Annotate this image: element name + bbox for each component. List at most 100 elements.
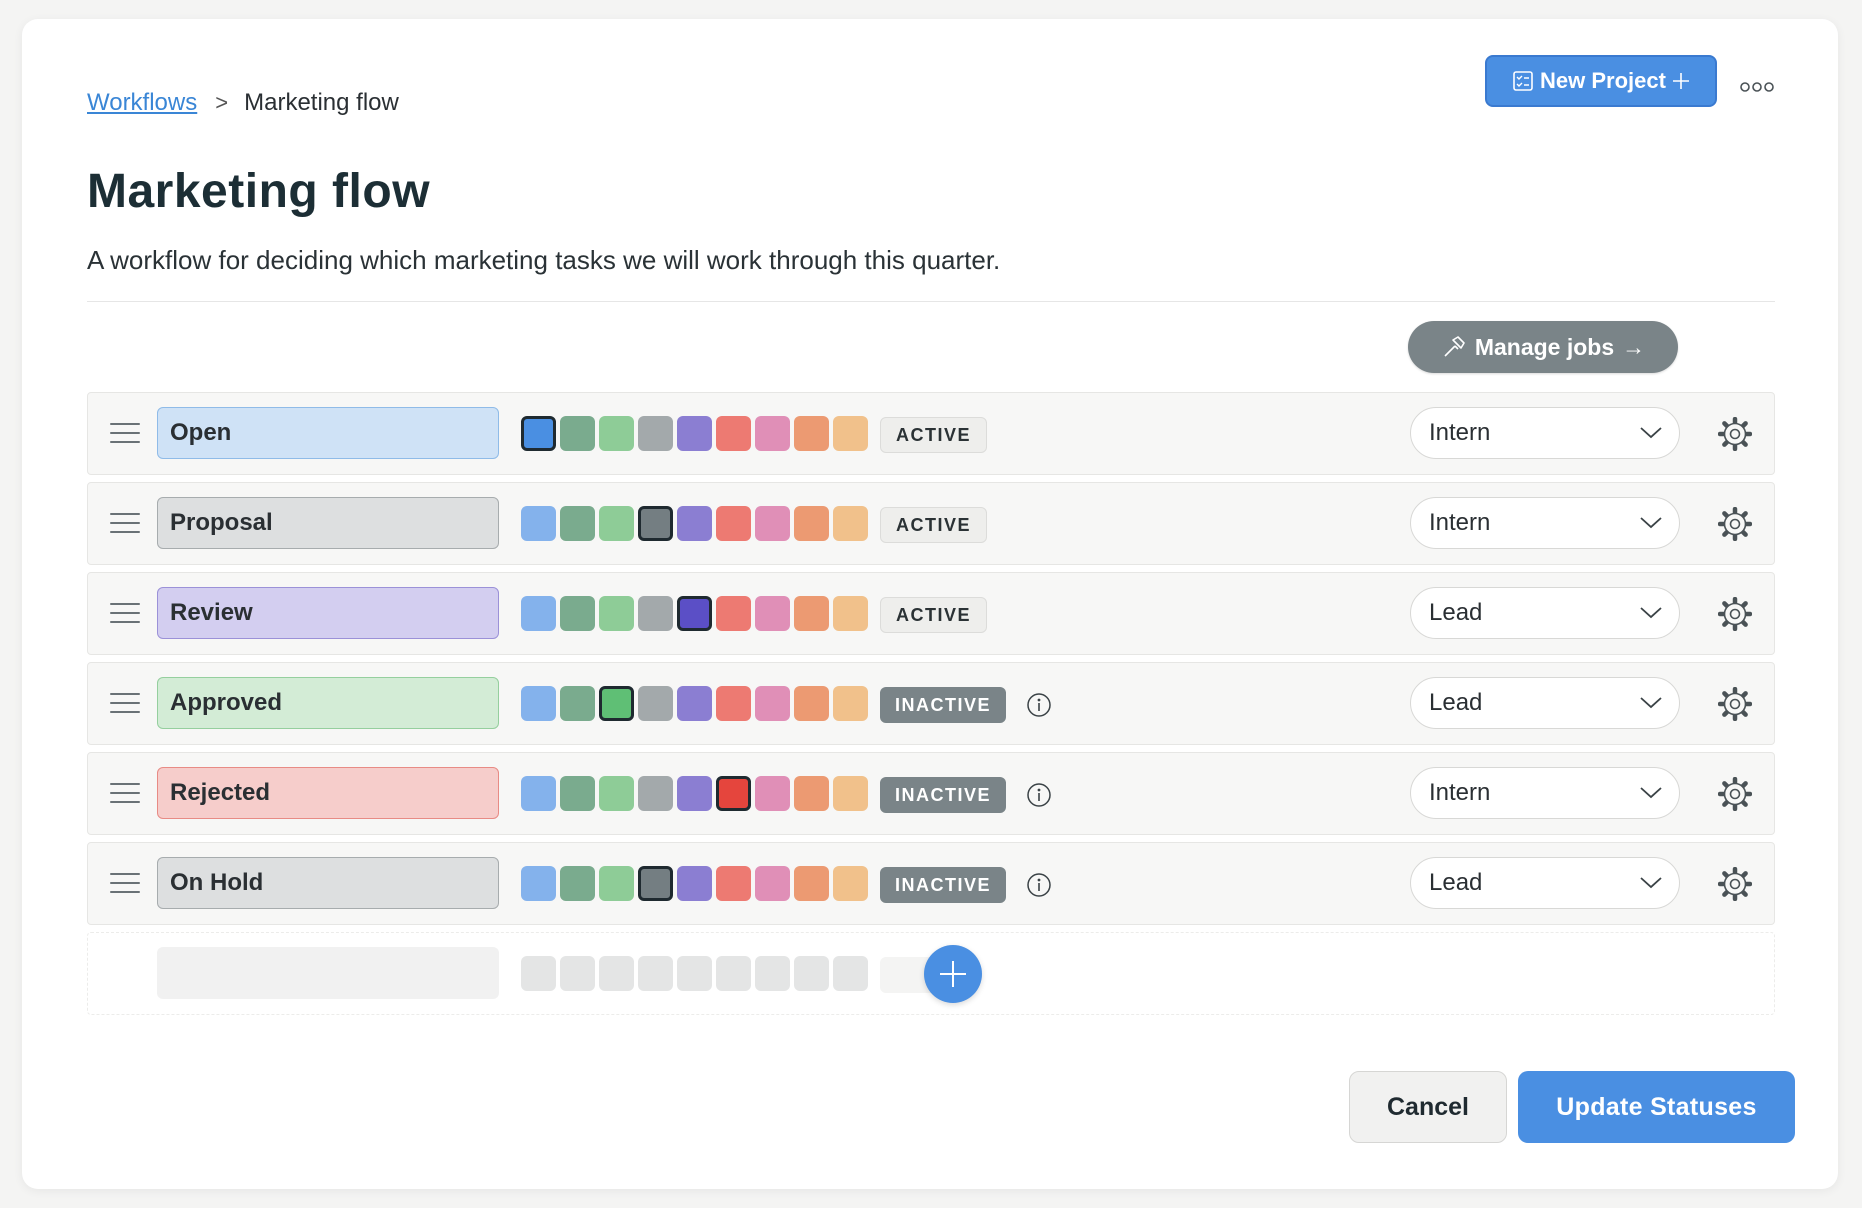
- color-swatch[interactable]: [638, 596, 673, 631]
- status-name-input[interactable]: Approved: [157, 677, 499, 729]
- chevron-down-icon: [1640, 607, 1662, 619]
- info-icon[interactable]: [1026, 872, 1052, 898]
- more-options-button[interactable]: [1738, 75, 1776, 99]
- status-name-input[interactable]: Rejected: [157, 767, 499, 819]
- role-select[interactable]: Intern: [1410, 497, 1680, 549]
- manage-jobs-button[interactable]: Manage jobs →: [1408, 321, 1678, 373]
- color-swatch[interactable]: [755, 686, 790, 721]
- color-swatch[interactable]: [716, 776, 751, 811]
- status-name-input[interactable]: Review: [157, 587, 499, 639]
- new-project-button[interactable]: New Project: [1485, 55, 1717, 107]
- status-state-badge[interactable]: ACTIVE: [880, 417, 988, 453]
- color-swatch[interactable]: [794, 776, 829, 811]
- color-swatch[interactable]: [599, 416, 634, 451]
- color-swatch[interactable]: [599, 866, 634, 901]
- status-name-input[interactable]: Open: [157, 407, 499, 459]
- color-swatch[interactable]: [677, 596, 712, 631]
- status-state-badge[interactable]: INACTIVE: [880, 777, 1007, 813]
- drag-handle-icon[interactable]: [110, 513, 140, 535]
- color-swatch[interactable]: [560, 506, 595, 541]
- color-swatch[interactable]: [521, 416, 556, 451]
- color-swatch[interactable]: [755, 776, 790, 811]
- color-swatch[interactable]: [755, 866, 790, 901]
- status-name-input[interactable]: Proposal: [157, 497, 499, 549]
- color-swatch[interactable]: [677, 416, 712, 451]
- color-swatch[interactable]: [833, 776, 868, 811]
- color-swatch[interactable]: [638, 686, 673, 721]
- color-swatch-placeholder: [755, 956, 790, 991]
- drag-handle-icon[interactable]: [110, 693, 140, 715]
- gear-icon[interactable]: [1718, 417, 1752, 451]
- role-select[interactable]: Lead: [1410, 677, 1680, 729]
- role-select-value: Lead: [1429, 689, 1483, 716]
- color-swatch[interactable]: [794, 506, 829, 541]
- color-swatch-placeholder: [521, 956, 556, 991]
- color-swatch[interactable]: [521, 776, 556, 811]
- role-select[interactable]: Lead: [1410, 857, 1680, 909]
- info-icon[interactable]: [1026, 782, 1052, 808]
- role-select[interactable]: Lead: [1410, 587, 1680, 639]
- color-swatch[interactable]: [677, 506, 712, 541]
- color-swatch[interactable]: [638, 416, 673, 451]
- color-swatch[interactable]: [833, 506, 868, 541]
- drag-handle-icon[interactable]: [110, 603, 140, 625]
- color-swatch[interactable]: [755, 416, 790, 451]
- role-select[interactable]: Intern: [1410, 407, 1680, 459]
- add-status-button[interactable]: [924, 945, 982, 1003]
- color-swatch[interactable]: [599, 776, 634, 811]
- color-swatch[interactable]: [716, 866, 751, 901]
- color-swatch[interactable]: [638, 866, 673, 901]
- color-swatch[interactable]: [560, 776, 595, 811]
- color-swatch[interactable]: [521, 596, 556, 631]
- color-swatch[interactable]: [833, 416, 868, 451]
- color-picker: [521, 416, 868, 451]
- drag-handle-icon[interactable]: [110, 423, 140, 445]
- color-swatch[interactable]: [716, 686, 751, 721]
- color-swatch[interactable]: [677, 776, 712, 811]
- gear-icon[interactable]: [1718, 687, 1752, 721]
- status-state-badge[interactable]: ACTIVE: [880, 597, 988, 633]
- color-swatch[interactable]: [716, 416, 751, 451]
- color-swatch[interactable]: [677, 866, 712, 901]
- breadcrumb-current: Marketing flow: [244, 89, 399, 116]
- gear-icon[interactable]: [1718, 597, 1752, 631]
- drag-handle-icon[interactable]: [110, 873, 140, 895]
- gear-icon[interactable]: [1718, 507, 1752, 541]
- color-swatch[interactable]: [560, 596, 595, 631]
- status-name-input[interactable]: On Hold: [157, 857, 499, 909]
- gear-icon[interactable]: [1718, 867, 1752, 901]
- status-state-badge[interactable]: INACTIVE: [880, 867, 1007, 903]
- color-swatch[interactable]: [521, 686, 556, 721]
- color-swatch[interactable]: [521, 866, 556, 901]
- color-swatch[interactable]: [833, 686, 868, 721]
- color-swatch[interactable]: [755, 596, 790, 631]
- status-state-badge[interactable]: ACTIVE: [880, 507, 988, 543]
- color-swatch[interactable]: [794, 866, 829, 901]
- color-swatch[interactable]: [599, 506, 634, 541]
- color-swatch[interactable]: [677, 686, 712, 721]
- color-swatch[interactable]: [716, 506, 751, 541]
- status-state-badge[interactable]: INACTIVE: [880, 687, 1007, 723]
- role-select[interactable]: Intern: [1410, 767, 1680, 819]
- color-swatch[interactable]: [638, 776, 673, 811]
- color-swatch[interactable]: [833, 866, 868, 901]
- color-swatch[interactable]: [599, 686, 634, 721]
- color-swatch[interactable]: [638, 506, 673, 541]
- color-swatch[interactable]: [560, 686, 595, 721]
- breadcrumb-workflows-link[interactable]: Workflows: [87, 89, 197, 117]
- color-swatch[interactable]: [794, 416, 829, 451]
- gear-icon[interactable]: [1718, 777, 1752, 811]
- color-swatch[interactable]: [521, 506, 556, 541]
- color-swatch[interactable]: [755, 506, 790, 541]
- drag-handle-icon[interactable]: [110, 783, 140, 805]
- update-statuses-button[interactable]: Update Statuses: [1518, 1071, 1795, 1143]
- color-swatch[interactable]: [794, 686, 829, 721]
- cancel-button[interactable]: Cancel: [1349, 1071, 1507, 1143]
- info-icon[interactable]: [1026, 692, 1052, 718]
- color-swatch[interactable]: [833, 596, 868, 631]
- color-swatch[interactable]: [599, 596, 634, 631]
- color-swatch[interactable]: [716, 596, 751, 631]
- color-swatch[interactable]: [560, 416, 595, 451]
- color-swatch[interactable]: [560, 866, 595, 901]
- color-swatch[interactable]: [794, 596, 829, 631]
